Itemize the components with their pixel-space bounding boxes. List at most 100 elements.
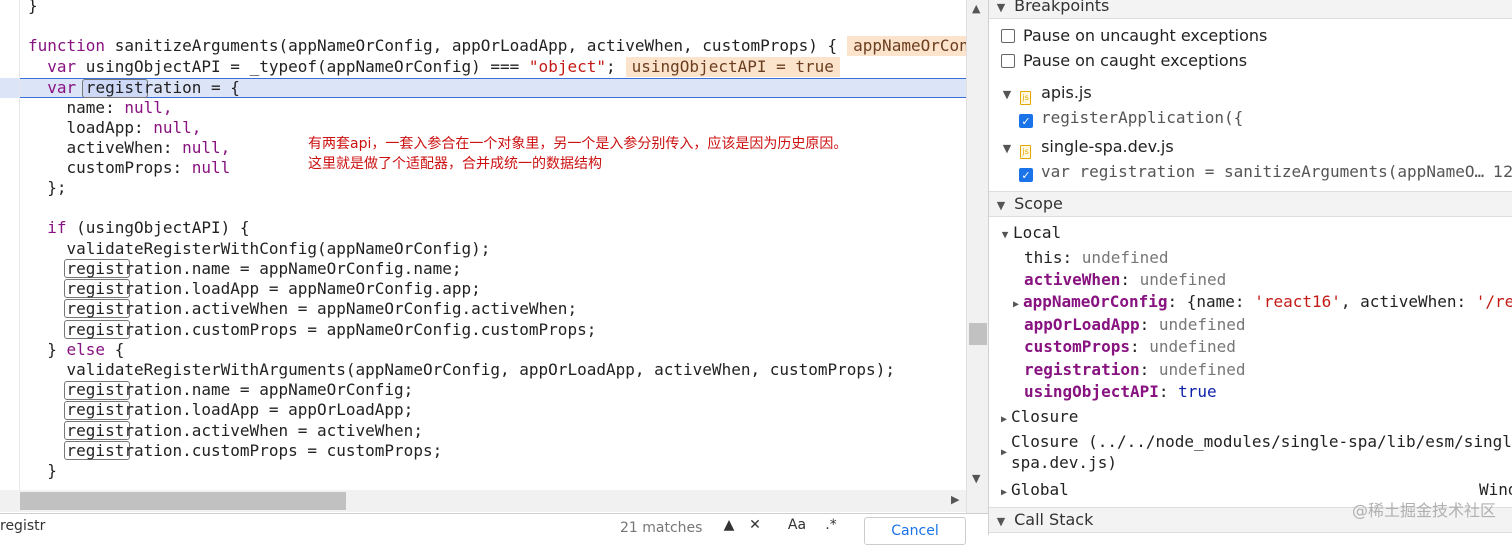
scope-closure-module[interactable]: ▶Closure (../../node_modules/single-spa/… bbox=[997, 431, 1512, 475]
scope-var-activeWhen[interactable]: activeWhen: undefined bbox=[1024, 268, 1226, 292]
annotation-note-1: 有两套api，一套入参合在一个对象里，另一个是入参分别传入，应该是因为历史原因。 bbox=[308, 136, 848, 152]
horizontal-scrollbar-thumb[interactable] bbox=[20, 492, 346, 510]
expand-triangle-icon: ▼ bbox=[1002, 142, 1012, 155]
scroll-up-icon[interactable]: ▲ bbox=[972, 2, 980, 15]
code-line: name: null, bbox=[28, 98, 173, 117]
var-name: usingObjectAPI bbox=[1024, 382, 1159, 401]
closure-label: Closure bbox=[1011, 407, 1079, 426]
code-line: customProps: null bbox=[28, 158, 231, 177]
code-line: activeWhen: null, bbox=[28, 138, 231, 157]
pause-uncaught-option[interactable]: Pause on uncaught exceptions bbox=[1001, 24, 1267, 48]
var-name: customProps bbox=[1024, 337, 1130, 356]
code-line: if (usingObjectAPI) { bbox=[28, 218, 250, 237]
expand-triangle-icon: ▼ bbox=[1002, 88, 1012, 101]
var-value: undefined bbox=[1158, 360, 1246, 379]
search-input[interactable] bbox=[0, 518, 300, 534]
previous-match-icon[interactable]: ▲ bbox=[718, 517, 740, 535]
debugger-sidebar: ▼ Breakpoints Pause on uncaught exceptio… bbox=[988, 0, 1512, 535]
scope-global[interactable]: ▶ Global bbox=[997, 478, 1069, 502]
breakpoint-file-apis[interactable]: ▼ js apis.js bbox=[999, 81, 1092, 105]
scope-var-this[interactable]: this: undefined bbox=[1024, 246, 1169, 270]
breakpoint-checkbox[interactable]: ✓ bbox=[1019, 168, 1033, 182]
collapse-triangle-icon: ▼ bbox=[996, 1, 1006, 14]
code-line: registration.loadApp = appNameOrConfig.a… bbox=[28, 279, 481, 298]
cancel-search-button[interactable]: Cancel bbox=[864, 517, 966, 545]
vertical-scrollbar[interactable]: ▲ ▼ bbox=[966, 0, 988, 513]
var-value-string: 'react16' bbox=[1254, 292, 1341, 311]
var-value: undefined bbox=[1081, 248, 1169, 267]
search-match-count: 21 matches bbox=[620, 520, 703, 536]
local-label: Local bbox=[1013, 223, 1062, 242]
annotation-note-2: 这里就是做了个适配器，合并成统一的数据结构 bbox=[308, 156, 602, 172]
scope-var-registration[interactable]: registration: undefined bbox=[1024, 358, 1246, 382]
code-line: registration.activeWhen = appNameOrConfi… bbox=[28, 299, 578, 318]
pause-caught-checkbox[interactable] bbox=[1001, 54, 1015, 68]
global-label: Global bbox=[1011, 480, 1069, 499]
var-value: {name: bbox=[1186, 292, 1255, 311]
expand-triangle-icon: ▼ bbox=[1001, 228, 1009, 241]
pause-caught-label: Pause on caught exceptions bbox=[1023, 51, 1248, 70]
paused-line-gutter bbox=[0, 78, 19, 98]
code-editor[interactable]: } function sanitizeArguments(appNameOrCo… bbox=[0, 0, 966, 513]
scroll-down-icon[interactable]: ▼ bbox=[972, 472, 980, 485]
scope-section-header[interactable]: ▼ Scope bbox=[989, 191, 1512, 217]
watermark: @稀土掘金技术社区 bbox=[1351, 501, 1496, 520]
code-line: } bbox=[28, 0, 38, 15]
breakpoint-item[interactable]: ✓ registerApplication({ bbox=[1019, 106, 1243, 130]
scope-var-appOrLoadApp[interactable]: appOrLoadApp: undefined bbox=[1024, 313, 1246, 337]
code-line: registration.name = appNameOrConfig; bbox=[28, 380, 414, 399]
closure-path: Closure (../../node_modules/single-spa/l… bbox=[1011, 432, 1512, 451]
search-bar: 21 matches ▲ ✕ Aa .* Cancel bbox=[0, 513, 988, 545]
var-name: registration bbox=[1024, 360, 1140, 379]
breakpoint-code: registerApplication({ bbox=[1041, 108, 1244, 127]
file-name: single-spa.dev.js bbox=[1041, 137, 1174, 156]
js-file-icon: js bbox=[1020, 91, 1032, 105]
pause-caught-option[interactable]: Pause on caught exceptions bbox=[1001, 49, 1247, 73]
var-value: , activeWhen: bbox=[1340, 292, 1476, 311]
code-line: registration.loadApp = appOrLoadApp; bbox=[28, 400, 414, 419]
scope-var-customProps[interactable]: customProps: undefined bbox=[1024, 335, 1236, 359]
code-line: } else { bbox=[28, 340, 125, 359]
var-value: undefined bbox=[1149, 337, 1236, 356]
breakpoint-checkbox[interactable]: ✓ bbox=[1019, 114, 1033, 128]
var-value: true bbox=[1178, 382, 1217, 401]
var-value: undefined bbox=[1158, 315, 1246, 334]
code-line: } bbox=[28, 461, 57, 480]
var-name: activeWhen bbox=[1024, 270, 1121, 289]
scope-local[interactable]: ▼ Local bbox=[997, 221, 1061, 245]
breakpoint-code: var registration = sanitizeArguments(app… bbox=[1041, 162, 1485, 181]
next-match-icon[interactable]: ✕ bbox=[744, 517, 766, 535]
scope-title: Scope bbox=[1014, 194, 1063, 213]
match-case-button[interactable]: Aa bbox=[786, 517, 808, 535]
inline-value: appNameOrConfig bbox=[847, 36, 966, 56]
breakpoints-title: Breakpoints bbox=[1014, 0, 1110, 15]
breakpoints-section-header[interactable]: ▼ Breakpoints bbox=[989, 0, 1512, 19]
code-line: validateRegisterWithConfig(appNameOrConf… bbox=[28, 239, 491, 258]
scope-var-appNameOrConfig[interactable]: ▶ appNameOrConfig: {name: 'react16', acti… bbox=[1009, 290, 1512, 314]
scroll-right-icon[interactable]: ▶ bbox=[951, 493, 959, 506]
code-line: loadApp: null, bbox=[28, 118, 202, 137]
var-name: appNameOrConfig bbox=[1023, 292, 1168, 311]
collapse-triangle-icon: ▼ bbox=[996, 199, 1006, 212]
callstack-title: Call Stack bbox=[1014, 510, 1094, 529]
expand-right-triangle-icon: ▶ bbox=[1000, 447, 1008, 458]
js-file-icon: js bbox=[1020, 145, 1032, 159]
scope-closure[interactable]: ▶ Closure bbox=[997, 405, 1078, 429]
pause-uncaught-label: Pause on uncaught exceptions bbox=[1023, 26, 1268, 45]
var-value-string: '/reac bbox=[1475, 292, 1512, 311]
var-name: this bbox=[1024, 248, 1063, 267]
code-line: registration.name = appNameOrConfig.name… bbox=[28, 259, 462, 278]
pause-uncaught-checkbox[interactable] bbox=[1001, 29, 1015, 43]
expand-right-triangle-icon: ▶ bbox=[1000, 487, 1008, 498]
code-line: validateRegisterWithArguments(appNameOrC… bbox=[28, 360, 895, 379]
breakpoint-item[interactable]: ✓ var registration = sanitizeArguments(ap… bbox=[1019, 160, 1484, 184]
code-line: registration.customProps = appNameOrConf… bbox=[28, 320, 597, 339]
closure-path-cont: spa.dev.js) bbox=[1011, 453, 1117, 472]
code-line-paused: var registration = { bbox=[28, 78, 240, 97]
breakpoint-file-single-spa[interactable]: ▼ js single-spa.dev.js bbox=[999, 135, 1174, 159]
horizontal-scrollbar[interactable]: ▶ bbox=[0, 490, 966, 512]
regex-button[interactable]: .* bbox=[820, 517, 842, 535]
code-line: function sanitizeArguments(appNameOrConf… bbox=[28, 36, 966, 56]
vertical-scrollbar-thumb[interactable] bbox=[969, 323, 987, 345]
scope-var-usingObjectAPI[interactable]: usingObjectAPI: true bbox=[1024, 380, 1217, 404]
